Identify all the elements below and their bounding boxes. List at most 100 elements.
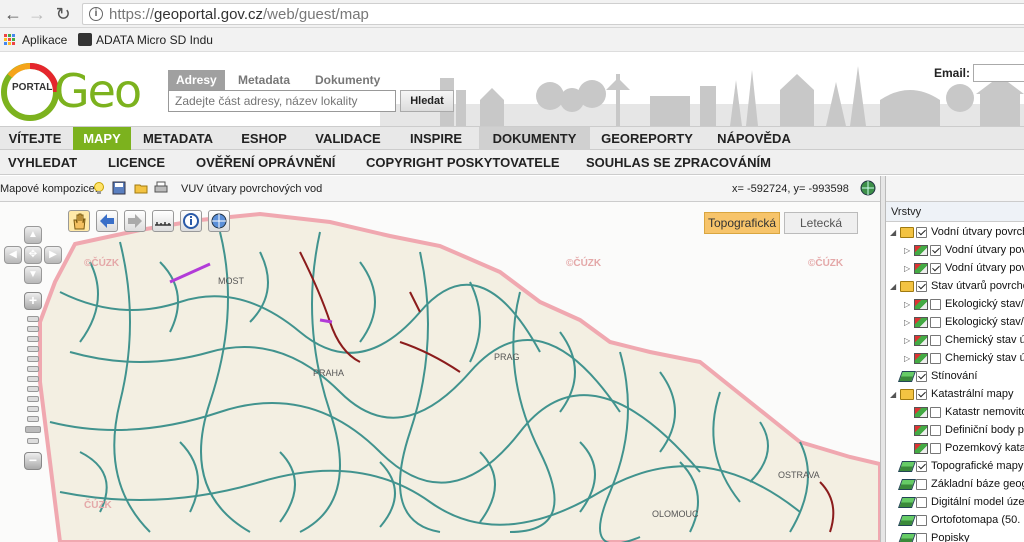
pan-up-icon[interactable]: ▲ — [24, 226, 42, 244]
expand-toggle-icon[interactable]: ◢ — [890, 282, 896, 291]
pan-center-icon[interactable]: ✥ — [24, 246, 42, 264]
pan-left-icon[interactable]: ◀ — [4, 246, 22, 264]
browser-toolbar: ← → ↻ i https://geoportal.gov.cz/web/gue… — [0, 0, 1024, 28]
layer-checkbox[interactable] — [916, 497, 927, 508]
zoom-level-step[interactable] — [27, 366, 39, 372]
zoom-level-step[interactable] — [27, 316, 39, 322]
save-icon[interactable] — [112, 181, 126, 195]
nav-georeporty[interactable]: GEOREPORTY — [593, 127, 701, 150]
zoom-level-step[interactable] — [27, 326, 39, 332]
tab-adresy[interactable]: Adresy — [168, 70, 225, 90]
globe-link-icon[interactable] — [208, 210, 230, 232]
layer-label: Katastrální mapy — [931, 388, 1014, 400]
measure-icon[interactable] — [152, 210, 174, 232]
pan-right-icon[interactable]: ▶ — [44, 246, 62, 264]
subnav-overeni-opravneni[interactable]: OVĚŘENÍ OPRÁVNĚNÍ — [196, 150, 335, 175]
layer-checkbox[interactable] — [930, 245, 941, 256]
layer-checkbox[interactable] — [916, 515, 927, 526]
layer-checkbox[interactable] — [930, 353, 941, 364]
pan-down-icon[interactable]: ▼ — [24, 266, 42, 284]
subnav-vyhledat[interactable]: VYHLEDAT — [8, 150, 77, 175]
expand-toggle-icon[interactable]: ▷ — [904, 354, 910, 363]
zoom-out-icon[interactable]: − — [24, 452, 42, 470]
forward-icon[interactable] — [124, 210, 146, 232]
layer-checkbox[interactable] — [916, 533, 927, 542]
zoom-level-step[interactable] — [27, 386, 39, 392]
zoom-level-step[interactable] — [27, 438, 39, 444]
email-label: Email: — [934, 66, 971, 80]
layer-checkbox[interactable] — [930, 263, 941, 274]
layer-checkbox[interactable] — [916, 461, 927, 472]
layer-checkbox[interactable] — [916, 371, 927, 382]
info-icon[interactable] — [180, 210, 202, 232]
nav-vitejte[interactable]: VÍTEJTE — [0, 127, 70, 150]
layer-label: Stav útvarů povrcho — [931, 280, 1024, 292]
nav-inspire[interactable]: INSPIRE — [393, 127, 479, 150]
nav-dokumenty[interactable]: DOKUMENTY — [479, 127, 590, 150]
print-icon[interactable] — [154, 181, 168, 195]
subnav-copyright[interactable]: COPYRIGHT POSKYTOVATELE — [366, 150, 560, 175]
nav-metadata[interactable]: METADATA — [134, 127, 222, 150]
topographic-layer-button[interactable]: Topografická — [704, 212, 780, 234]
aerial-layer-button[interactable]: Letecká — [784, 212, 858, 234]
zoom-level-step[interactable] — [27, 336, 39, 342]
layer-checkbox[interactable] — [916, 389, 927, 400]
layer-checkbox[interactable] — [930, 317, 941, 328]
zoom-in-icon[interactable]: + — [24, 292, 42, 310]
geoportal-logo[interactable]: PORTAL Geo — [0, 54, 142, 124]
address-bar[interactable]: i https://geoportal.gov.cz/web/guest/map — [82, 3, 1024, 25]
zoom-level-step[interactable] — [27, 406, 39, 412]
apps-grid-icon[interactable] — [4, 34, 16, 46]
forward-arrow-icon[interactable]: → — [26, 3, 48, 25]
layer-stack-icon — [914, 407, 928, 418]
address-search-input[interactable] — [168, 90, 396, 112]
layer-label: Katastr nemovito — [945, 406, 1024, 418]
layer-checkbox[interactable] — [916, 227, 927, 238]
lightbulb-icon[interactable] — [92, 181, 106, 195]
expand-toggle-icon[interactable]: ▷ — [904, 336, 910, 345]
map-canvas[interactable]: ©ČÚZK ©ČÚZK ©ČÚZK ČÚZK PRAHA MOST PRAG O… — [0, 202, 880, 542]
nav-mapy[interactable]: MAPY — [73, 127, 131, 150]
layer-checkbox[interactable] — [930, 299, 941, 310]
back-icon[interactable] — [96, 210, 118, 232]
layer-stack-icon — [914, 425, 928, 436]
subnav-licence[interactable]: LICENCE — [108, 150, 165, 175]
back-arrow-icon[interactable]: ← — [2, 3, 24, 25]
expand-toggle-icon[interactable]: ▷ — [904, 264, 910, 273]
nav-validace[interactable]: VALIDACE — [306, 127, 390, 150]
main-navigation: VÍTEJTE MAPY METADATA ESHOP VALIDACE INS… — [0, 126, 1024, 150]
layer-checkbox[interactable] — [930, 335, 941, 346]
layer-checkbox[interactable] — [916, 281, 927, 292]
subnav-souhlas[interactable]: SOUHLAS SE ZPRACOVÁNÍM — [586, 150, 771, 175]
expand-toggle-icon[interactable]: ▷ — [904, 318, 910, 327]
zoom-level-step[interactable] — [27, 346, 39, 352]
tab-dokumenty[interactable]: Dokumenty — [307, 70, 388, 90]
email-input[interactable] — [973, 64, 1024, 82]
folder-open-icon[interactable] — [134, 181, 148, 195]
bookmark-apps[interactable]: Aplikace — [22, 33, 67, 47]
reload-icon[interactable]: ↻ — [52, 3, 74, 25]
layer-checkbox[interactable] — [930, 425, 941, 436]
zoom-slider-handle[interactable] — [25, 426, 41, 433]
expand-toggle-icon[interactable]: ◢ — [890, 228, 896, 237]
tab-metadata[interactable]: Metadata — [230, 70, 298, 90]
globe-icon[interactable] — [860, 180, 876, 196]
zoom-level-step[interactable] — [27, 376, 39, 382]
expand-toggle-icon[interactable]: ◢ — [890, 390, 896, 399]
layer-checkbox[interactable] — [930, 443, 941, 454]
search-button[interactable]: Hledat — [400, 90, 454, 112]
map-watermark: ©ČÚZK — [808, 258, 844, 269]
bookmark-adata[interactable]: ADATA Micro SD Indu — [96, 33, 213, 47]
layer-checkbox[interactable] — [930, 407, 941, 418]
info-icon[interactable]: i — [89, 7, 103, 21]
pan-hand-icon[interactable] — [68, 210, 90, 232]
expand-toggle-icon[interactable]: ▷ — [904, 246, 910, 255]
nav-eshop[interactable]: ESHOP — [225, 127, 303, 150]
expand-toggle-icon[interactable]: ▷ — [904, 300, 910, 309]
layer-checkbox[interactable] — [916, 479, 927, 490]
zoom-level-step[interactable] — [27, 356, 39, 362]
map-layer-icon — [897, 515, 917, 526]
nav-napoveda[interactable]: NÁPOVĚDA — [704, 127, 804, 150]
zoom-level-step[interactable] — [27, 396, 39, 402]
zoom-level-step[interactable] — [27, 416, 39, 422]
